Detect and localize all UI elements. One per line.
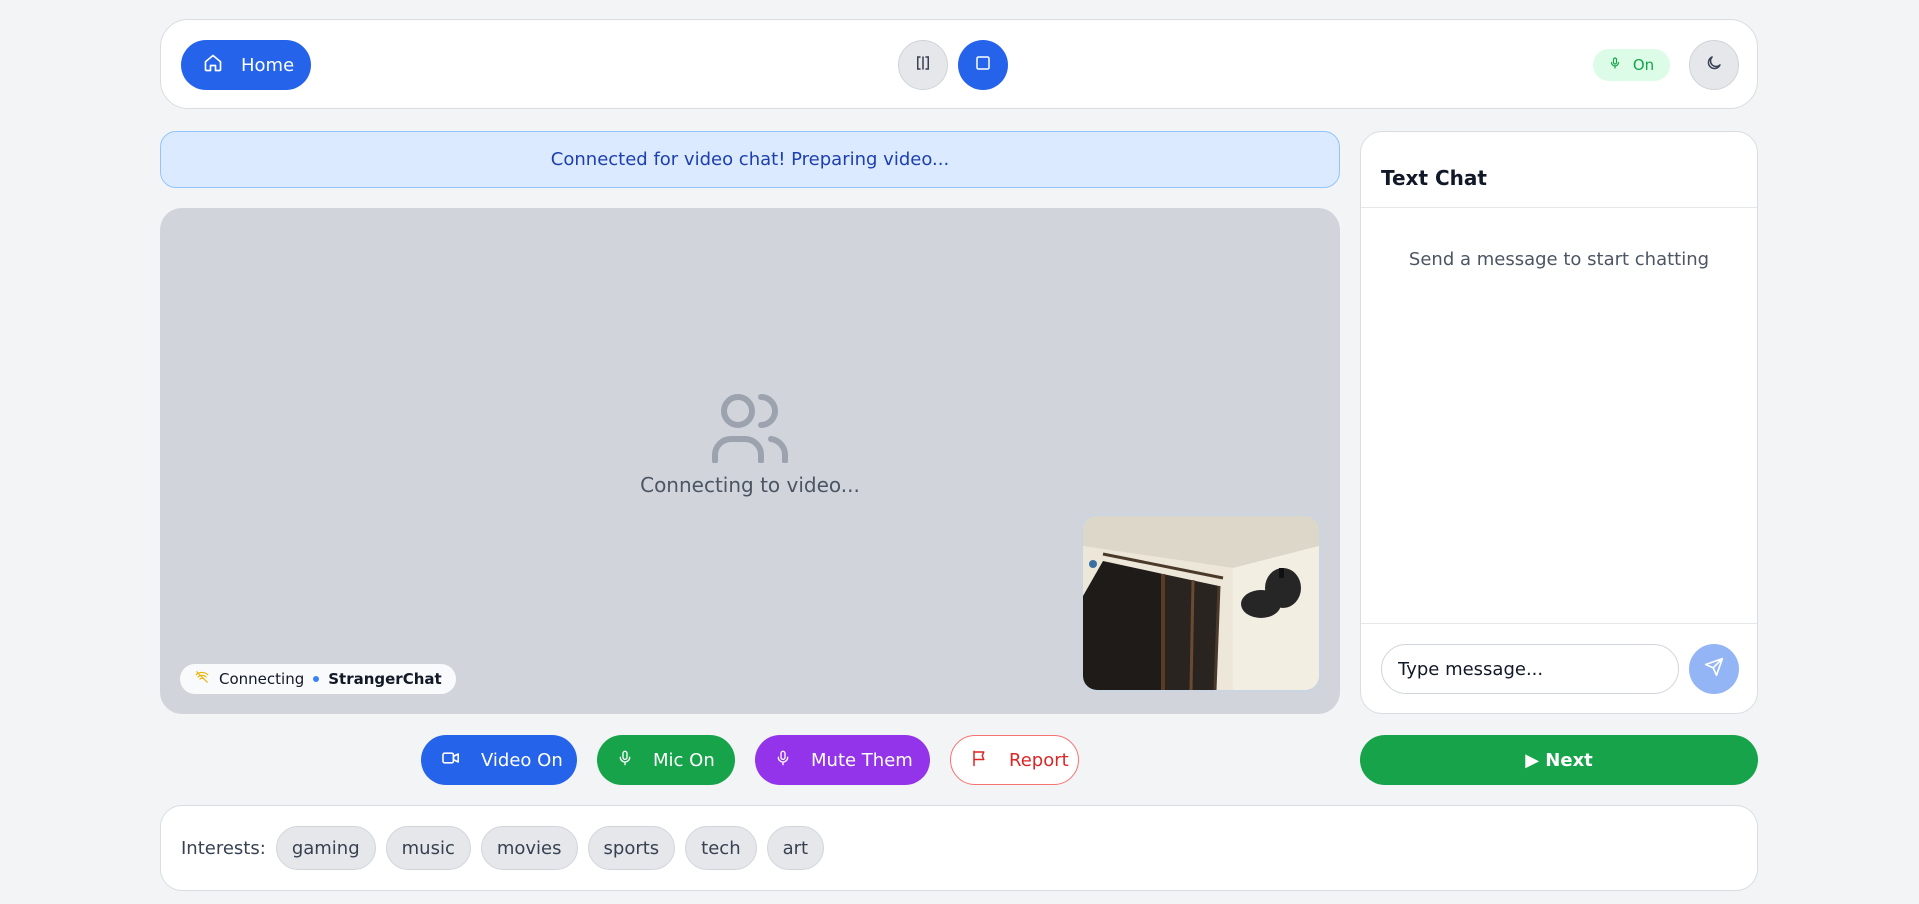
remote-video-area: Connecting to video... Connecting Strang… [160, 208, 1340, 714]
home-button[interactable]: Home [181, 40, 311, 90]
split-layout-icon [914, 54, 932, 76]
interest-chip[interactable]: tech [685, 826, 757, 870]
users-icon [160, 391, 1340, 463]
mic-toggle-label: Mic On [653, 749, 715, 771]
mic-icon [617, 748, 633, 773]
interest-chip[interactable]: art [766, 826, 825, 870]
interest-chip[interactable]: gaming [275, 826, 376, 870]
video-camera-icon [441, 750, 461, 771]
status-dot [313, 676, 320, 682]
text-chat-panel: Text Chat Send a message to start chatti… [1360, 131, 1758, 714]
flag-icon [971, 748, 989, 773]
interest-chip[interactable]: movies [480, 826, 578, 870]
send-button[interactable] [1689, 644, 1739, 694]
send-icon [1704, 657, 1724, 681]
mic-status-badge: On [1593, 49, 1670, 81]
message-input[interactable] [1381, 644, 1679, 694]
mic-toggle-button[interactable]: Mic On [597, 735, 735, 785]
connection-banner: Connected for video chat! Preparing vide… [160, 131, 1340, 188]
chat-divider [1361, 207, 1757, 208]
interest-chip[interactable]: music [385, 826, 471, 870]
self-video-preview [1081, 514, 1321, 692]
home-icon [203, 53, 223, 78]
connecting-text: Connecting to video... [640, 473, 860, 497]
chat-input-divider [1361, 623, 1757, 624]
chat-empty-message: Send a message to start chatting [1408, 249, 1710, 270]
next-label: ▶ Next [1525, 749, 1593, 771]
home-label: Home [241, 54, 295, 76]
chat-title: Text Chat [1381, 166, 1487, 190]
interests-label: Interests: [181, 837, 266, 859]
video-toggle-button[interactable]: Video On [421, 735, 577, 785]
split-layout-button[interactable] [898, 40, 948, 90]
mute-them-label: Mute Them [811, 749, 913, 771]
top-bar: Home On [160, 19, 1758, 109]
single-layout-button[interactable] [958, 40, 1008, 90]
square-icon [974, 54, 992, 76]
remote-video-placeholder: Connecting to video... [160, 391, 1340, 497]
interests-bar: Interests: gaming music movies sports te… [160, 805, 1758, 891]
theme-toggle-button[interactable] [1689, 40, 1739, 90]
connecting-icon [194, 670, 210, 688]
connection-status-label: Connecting [219, 670, 305, 688]
brand-label: StrangerChat [328, 670, 442, 688]
moon-icon [1705, 54, 1723, 76]
report-label: Report [1009, 749, 1069, 771]
interest-chip[interactable]: sports [587, 826, 676, 870]
mic-icon [775, 748, 791, 773]
mic-status-label: On [1632, 56, 1655, 74]
connection-status-pill: Connecting StrangerChat [180, 664, 456, 694]
report-button[interactable]: Report [950, 735, 1079, 785]
mute-them-button[interactable]: Mute Them [755, 735, 930, 785]
video-toggle-label: Video On [481, 749, 563, 771]
next-button[interactable]: ▶ Next [1360, 735, 1758, 785]
mic-icon [1609, 56, 1621, 74]
